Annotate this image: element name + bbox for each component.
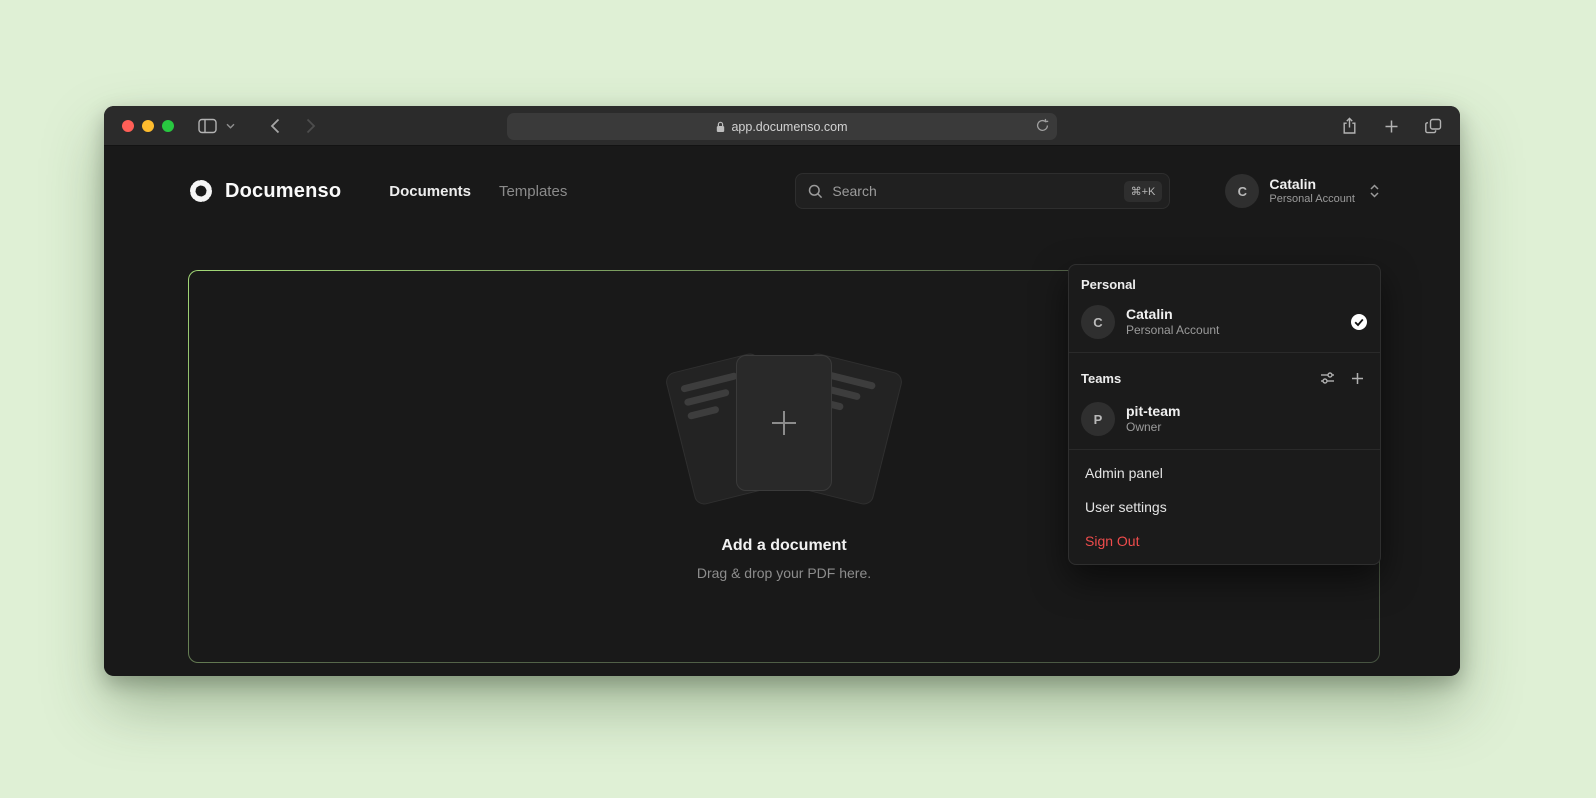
documenso-logo-icon <box>188 178 214 204</box>
team-account-texts: pit-team Owner <box>1126 403 1180 436</box>
menu-item-user-settings[interactable]: User settings <box>1069 490 1380 524</box>
account-menu: Personal C Catalin Personal Account <box>1068 264 1381 565</box>
chevron-down-icon <box>226 123 235 129</box>
avatar: P <box>1081 402 1115 436</box>
menu-divider <box>1069 352 1380 353</box>
search-input[interactable]: Search ⌘+K <box>795 173 1170 209</box>
illustration-card-center <box>736 355 832 491</box>
back-icon <box>270 118 280 134</box>
manage-teams-button[interactable] <box>1316 367 1338 389</box>
toolbar-left-controls <box>196 115 322 137</box>
browser-window: app.documenso.com <box>104 106 1460 676</box>
menu-item-admin-panel[interactable]: Admin panel <box>1069 456 1380 490</box>
toolbar-right-controls <box>1338 106 1444 146</box>
account-texts: Catalin Personal Account <box>1269 176 1355 206</box>
reload-button[interactable] <box>1035 118 1050 138</box>
account-type: Personal Account <box>1269 193 1355 206</box>
personal-account-name: Catalin <box>1126 306 1219 324</box>
browser-toolbar: app.documenso.com <box>104 106 1460 146</box>
menu-divider <box>1069 449 1380 450</box>
brand-logo[interactable]: Documenso <box>188 178 341 204</box>
documenso-app: Documenso Documents Templates Search ⌘+K <box>104 146 1460 675</box>
personal-account-type: Personal Account <box>1126 323 1219 338</box>
close-window-button[interactable] <box>122 120 134 132</box>
avatar-initial: C <box>1093 315 1102 330</box>
team-role: Owner <box>1126 420 1180 435</box>
dropzone-title: Add a document <box>721 537 846 555</box>
traffic-lights <box>122 120 174 132</box>
url-text: app.documenso.com <box>731 120 847 134</box>
tab-overview-button[interactable] <box>1422 115 1444 137</box>
app-header: Documenso Documents Templates Search ⌘+K <box>104 146 1460 236</box>
reload-icon <box>1035 118 1050 133</box>
sliders-icon <box>1320 371 1335 385</box>
documents-illustration <box>669 353 899 505</box>
forward-icon <box>306 118 316 134</box>
personal-section-label: Personal <box>1069 269 1380 298</box>
menu-item-personal-account[interactable]: C Catalin Personal Account <box>1069 298 1380 346</box>
plus-icon <box>767 406 801 440</box>
plus-icon <box>1351 372 1364 385</box>
zoom-window-button[interactable] <box>162 120 174 132</box>
account-name: Catalin <box>1269 176 1355 193</box>
nav-item-documents[interactable]: Documents <box>389 183 471 200</box>
sidebar-menu-chevron[interactable] <box>224 115 236 137</box>
personal-account-texts: Catalin Personal Account <box>1126 306 1219 339</box>
chevron-updown-icon <box>1369 183 1380 199</box>
menu-item-team-account[interactable]: P pit-team Owner <box>1069 395 1380 443</box>
teams-section-label: Teams <box>1081 371 1308 386</box>
main-nav: Documents Templates <box>389 183 567 200</box>
brand-name: Documenso <box>225 180 341 203</box>
search-shortcut-badge: ⌘+K <box>1124 181 1163 202</box>
back-button[interactable] <box>264 115 286 137</box>
tabs-icon <box>1425 118 1442 134</box>
share-button[interactable] <box>1338 115 1360 137</box>
avatar-initial: C <box>1238 184 1247 199</box>
teams-section-header: Teams <box>1069 359 1380 395</box>
sidebar-toggle-button[interactable] <box>196 115 218 137</box>
nav-item-templates[interactable]: Templates <box>499 183 567 200</box>
menu-item-sign-out[interactable]: Sign Out <box>1069 524 1380 558</box>
sidebar-icon <box>198 118 217 134</box>
account-menu-trigger[interactable]: C Catalin Personal Account <box>1225 174 1380 208</box>
team-name: pit-team <box>1126 403 1180 421</box>
share-icon <box>1342 117 1357 135</box>
avatar: C <box>1225 174 1259 208</box>
card-line <box>687 405 720 420</box>
forward-button[interactable] <box>300 115 322 137</box>
search-placeholder: Search <box>832 183 1114 199</box>
dropzone-subtitle: Drag & drop your PDF here. <box>697 565 871 581</box>
avatar: C <box>1081 305 1115 339</box>
create-team-button[interactable] <box>1346 367 1368 389</box>
minimize-window-button[interactable] <box>142 120 154 132</box>
desktop-background: app.documenso.com <box>0 0 1596 798</box>
card-line <box>680 372 738 393</box>
address-bar[interactable]: app.documenso.com <box>507 113 1057 140</box>
avatar-initial: P <box>1094 412 1103 427</box>
plus-icon <box>1384 119 1399 134</box>
check-icon <box>1350 313 1368 331</box>
new-tab-button[interactable] <box>1380 115 1402 137</box>
search-icon <box>808 184 823 199</box>
lock-icon <box>716 121 725 133</box>
